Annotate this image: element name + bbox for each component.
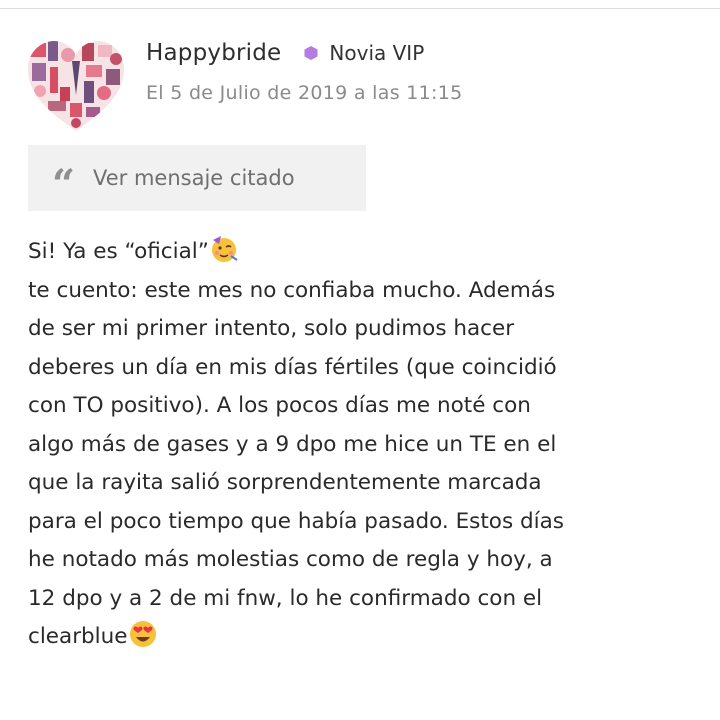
message-line: que la rayita salió sorprendentemente ma… — [28, 470, 542, 495]
message-line: deberes un día en mis días fértiles (que… — [28, 354, 557, 380]
message-line: de ser mi primer intento, solo pudimos h… — [28, 316, 515, 341]
post-timestamp: El 5 de Julio de 2019 a las 11:15 — [146, 82, 463, 104]
message-line: para el poco tiempo que había pasado. Es… — [28, 508, 564, 534]
forum-post: Happybride Novia VIP El 5 de Julio de 20… — [0, 0, 720, 720]
message-line: te cuento: este mes no confiaba mucho. A… — [28, 277, 556, 303]
author-name[interactable]: Happybride — [146, 40, 281, 66]
partying-face-emoji — [211, 236, 238, 262]
message-body: Si! Ya es “oficial” te cuento: este mes … — [28, 233, 688, 657]
heart-eyes-emoji — [129, 621, 156, 647]
purple-hexagon-icon — [304, 46, 318, 60]
message-line: Si! Ya es “oficial” — [28, 233, 688, 272]
message-line: 12 dpo y a 2 de mi fnw, lo he confirmado… — [28, 585, 543, 611]
message-line: clearblue — [28, 618, 688, 657]
author-row: Happybride Novia VIP — [146, 36, 424, 70]
message-line: algo más de gases y a 9 dpo me hice un T… — [28, 431, 557, 457]
message-line: con TO positivo). A los pocos días me no… — [28, 393, 531, 418]
view-quoted-message-button[interactable]: “ Ver mensaje citado — [28, 145, 366, 211]
quote-icon: “ — [52, 161, 76, 208]
message-line: he notado más molestias como de regla y … — [28, 547, 553, 572]
quote-button-label: Ver mensaje citado — [93, 166, 295, 190]
badge-label: Novia VIP — [329, 41, 425, 65]
avatar[interactable] — [24, 35, 128, 139]
divider — [0, 8, 720, 9]
